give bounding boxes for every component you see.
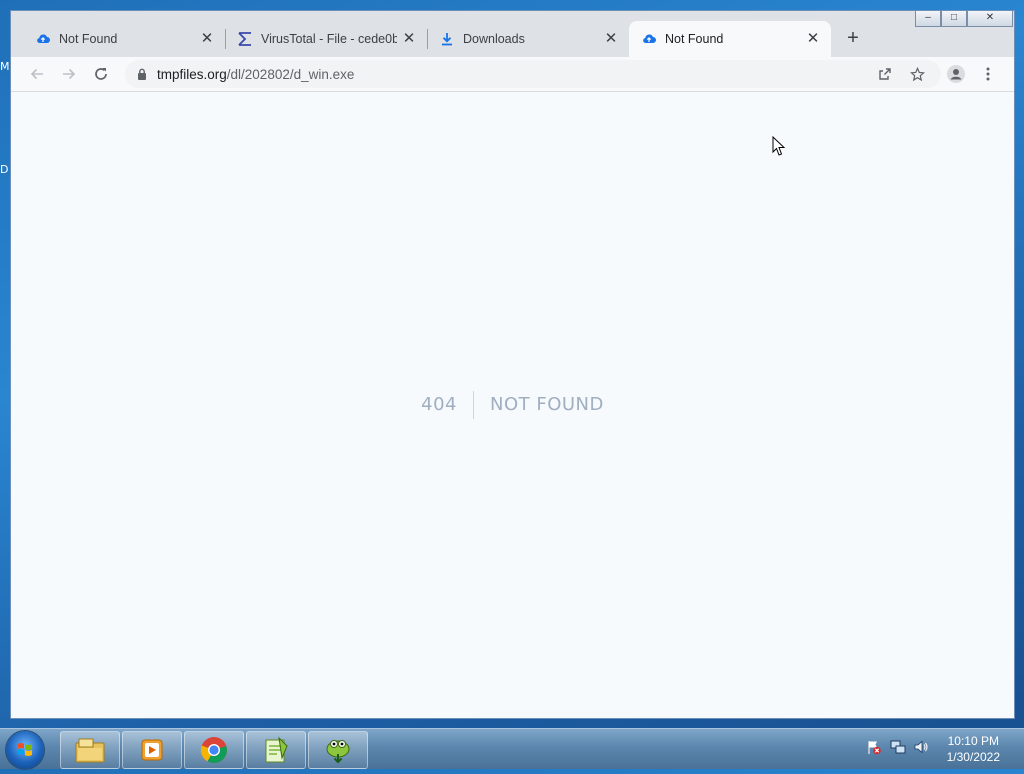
arrow-left-icon [30,68,43,80]
network-icon[interactable] [890,739,906,755]
download-icon [439,31,455,47]
tab-strip: Not Found ✕ VirusTotal - File - cede0b1 … [11,11,1014,57]
tab-title: Downloads [463,32,525,46]
tab-downloads[interactable]: Downloads ✕ [427,21,629,57]
taskbar-media-player[interactable] [122,731,182,769]
cloud-upload-icon [641,31,657,47]
tab-title: VirusTotal - File - cede0b1 [261,32,397,46]
taskbar-notepad-plus-plus-updater[interactable] [308,731,368,769]
address-bar[interactable]: tmpfiles.org/dl/202802/d_win.exe [125,60,941,88]
taskbar-file-explorer[interactable] [60,731,120,769]
volume-icon[interactable] [913,739,929,755]
action-center-flag-icon[interactable] [866,739,882,755]
url-host: tmpfiles.org [157,66,227,82]
tab-not-found-active[interactable]: Not Found ✕ [629,21,831,57]
desktop-icon-label-fragment: D [0,163,9,176]
chrome-icon [200,737,227,764]
tab-title: Not Found [665,32,724,46]
system-clock[interactable]: 10:10 PM 1/30/2022 [947,733,1000,765]
clock-date: 1/30/2022 [946,750,1000,764]
menu-button[interactable] [978,64,998,84]
reload-icon [95,68,107,80]
page-content: 404 Not Found [11,92,1014,718]
error-message: 404 Not Found [11,391,1014,419]
close-tab-icon[interactable]: ✕ [805,31,821,47]
star-icon [909,66,925,81]
tab-not-found-1[interactable]: Not Found ✕ [11,21,225,57]
bookmark-button[interactable] [907,60,927,88]
avatar-icon [947,65,965,83]
tab-title: Not Found [59,32,118,46]
back-button[interactable] [27,64,47,84]
close-tab-icon[interactable]: ✕ [199,31,215,47]
error-text: Not Found [489,394,604,415]
lock-icon[interactable] [135,67,149,81]
clock-time: 10:10 PM [947,734,999,748]
file-explorer-icon [75,738,105,763]
maximize-button[interactable]: □ [941,11,967,27]
new-tab-button[interactable]: + [843,28,863,49]
notepad-plus-plus-icon [265,736,288,763]
close-window-button[interactable]: ✕ [967,11,1013,27]
share-icon [879,68,891,80]
virustotal-icon [237,31,253,47]
notepad-plus-plus-updater-icon [326,740,350,764]
cloud-upload-icon [35,31,51,47]
profile-button[interactable] [946,64,966,84]
tab-virustotal[interactable]: VirusTotal - File - cede0b1 ✕ [225,21,427,57]
start-button[interactable] [6,731,44,769]
windows-logo-icon [18,743,32,756]
url-path: /dl/202802/d_win.exe [226,66,355,82]
reload-button[interactable] [91,64,111,84]
window-controls: ‒ □ ✕ [915,11,1013,29]
browser-window: Not Found ✕ VirusTotal - File - cede0b1 … [10,10,1015,719]
taskbar-notepad-plus-plus[interactable] [246,731,306,769]
share-button[interactable] [875,60,895,88]
more-vertical-icon [986,67,990,81]
taskbar-chrome[interactable] [184,731,244,769]
error-code: 404 [421,391,474,419]
taskbar: 10:10 PM 1/30/2022 [0,728,1024,769]
browser-toolbar: tmpfiles.org/dl/202802/d_win.exe [11,57,1014,92]
forward-button[interactable] [59,64,79,84]
arrow-right-icon [63,68,76,80]
mouse-cursor-icon [772,135,786,162]
url-text[interactable]: tmpfiles.org/dl/202802/d_win.exe [157,67,354,82]
close-tab-icon[interactable]: ✕ [401,31,417,47]
close-tab-icon[interactable]: ✕ [603,31,619,47]
media-player-icon [141,739,163,761]
minimize-button[interactable]: ‒ [915,11,941,27]
desktop-icon-label-fragment: M [0,60,10,73]
